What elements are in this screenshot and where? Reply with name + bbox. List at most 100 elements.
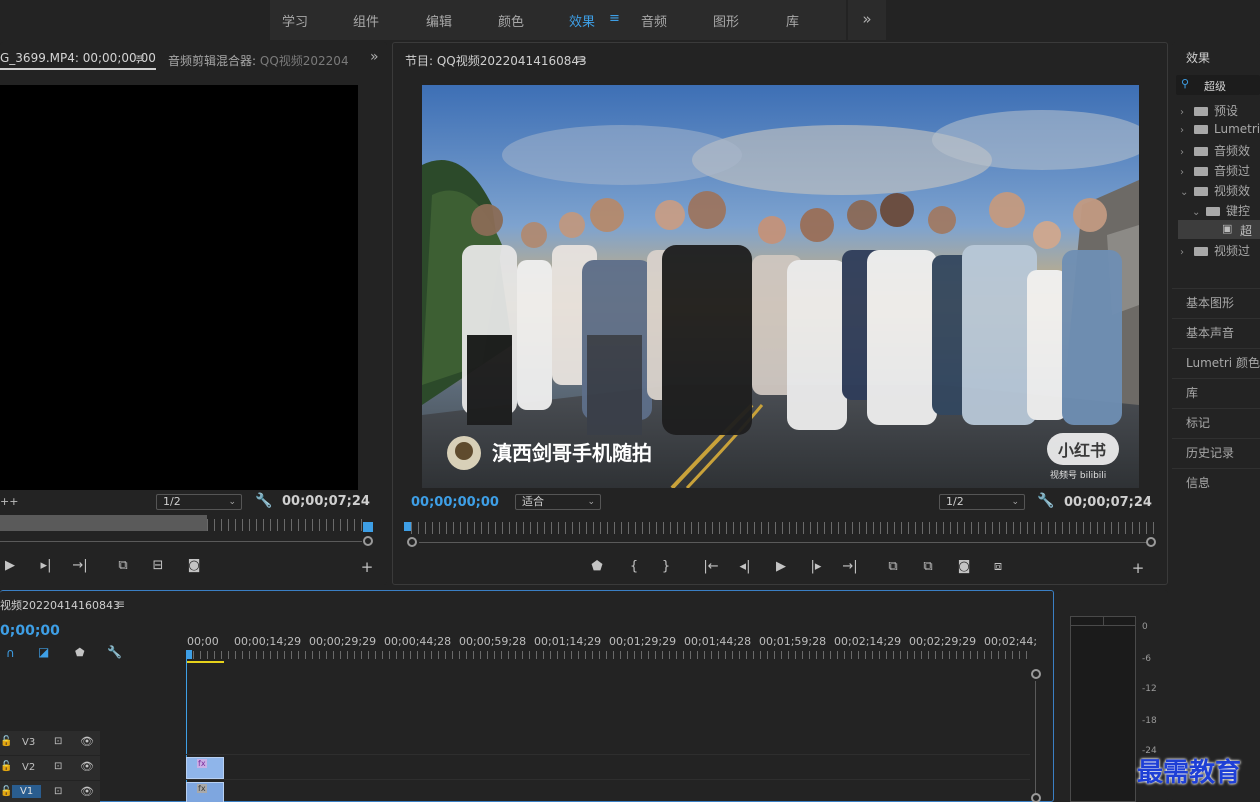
tab-audio-clip-mixer[interactable]: 音频剪辑混合器: QQ视频202204 [168,52,349,69]
workspace-tab-audio[interactable]: 音频 [641,11,667,30]
vertical-scroll-bar[interactable] [1035,681,1036,793]
go-to-out-icon[interactable]: →| [840,559,860,574]
section-history[interactable]: 历史记录 [1172,438,1260,467]
source-zoom-bar[interactable] [0,541,362,542]
timeline-playhead-head[interactable] [186,650,192,659]
step-forward-icon[interactable]: |▸ [806,559,826,574]
track-name[interactable]: V3 [22,737,35,748]
timeline-timecode[interactable]: 0;00;00 [0,623,60,639]
track-name[interactable]: V1 [12,785,42,798]
extract-icon[interactable]: ⧉ [918,559,938,574]
add-button-icon[interactable]: + [357,558,377,576]
fx-tree-presets[interactable]: › 预设 [1180,102,1238,119]
overwrite-icon[interactable]: ⊟ [148,558,168,573]
fx-tree-video-transitions[interactable]: › 视频过 [1180,242,1250,259]
track-body[interactable] [186,781,1030,802]
fx-tree-audio-effects[interactable]: › 音频效 [1180,142,1250,159]
program-menu-icon[interactable]: ≡ [575,52,585,66]
section-essential-sound[interactable]: 基本声音 [1172,318,1260,347]
effects-search-input[interactable]: 超级 [1204,78,1226,94]
lift-icon[interactable]: ⧉ [883,559,903,574]
source-menu-icon[interactable]: ≡ [135,51,145,65]
tab-source[interactable]: G_3699.MP4: 00;00;00;00 [0,51,156,70]
fx-tree-audio-transitions[interactable]: › 音频过 [1180,162,1250,179]
sync-lock-icon[interactable]: ⊡ [54,761,62,772]
program-duration-timecode: 00;00;07;24 [1064,495,1152,510]
wrench-icon[interactable]: 🔧 [107,645,122,659]
compare-view-icon[interactable]: ⧈ [988,559,1008,574]
sync-lock-icon[interactable]: ⊡ [54,736,62,747]
fx-tree-selected-row[interactable]: ▣ 超 [1178,220,1260,239]
program-resolution-dropdown[interactable]: 1/2 ⌄ [939,494,1025,510]
track-body[interactable] [186,731,1030,755]
workspace-more-icon[interactable]: » [848,0,886,40]
workspace-tab-libraries[interactable]: 库 [786,11,799,30]
workspace-tab-color[interactable]: 颜色 [498,11,524,30]
source-inout-range[interactable] [0,515,207,531]
section-libraries[interactable]: 库 [1172,378,1260,407]
mark-in-icon[interactable]: { [624,559,644,574]
mark-out-icon[interactable]: } [656,559,676,574]
sequence-tab[interactable]: 视频20220414160843 [0,597,120,613]
export-frame-icon[interactable]: ◙ [184,558,204,573]
program-zoom-handle-right[interactable] [1146,537,1156,547]
export-frame-icon[interactable]: ◙ [954,559,974,574]
video-clip-v1[interactable]: fx [186,782,224,802]
program-fit-dropdown[interactable]: 适合 ⌄ [515,494,601,510]
program-zoom-bar[interactable] [419,542,1147,543]
snap-icon[interactable]: ∩ [6,646,15,660]
video-clip-v2[interactable]: fx [186,757,224,779]
panel-overflow-icon[interactable]: » [370,49,379,65]
timeline-menu-icon[interactable]: ≡ [115,597,125,611]
go-to-in-icon[interactable]: |← [701,559,721,574]
wrench-icon[interactable]: 🔧 [255,493,272,509]
program-playhead[interactable] [404,522,411,531]
play-icon[interactable]: ▶ [0,558,20,573]
workspace-tab-learn[interactable]: 学习 [282,11,308,30]
section-info[interactable]: 信息 [1172,468,1260,497]
program-current-timecode[interactable]: 00;00;00;00 [411,495,499,510]
workspace-menu-icon[interactable]: ≡ [609,11,620,26]
vertical-scroll-handle-bottom[interactable] [1031,793,1041,802]
fx-tree-keying[interactable]: ⌄ 键控 [1192,202,1250,219]
section-lumetri-color[interactable]: Lumetri 颜色 [1172,348,1260,377]
wrench-icon[interactable]: 🔧 [1037,493,1054,509]
workspace-tab-editing[interactable]: 编辑 [426,11,452,30]
workspace-tab-effects[interactable]: 效果 [569,11,595,30]
add-marker-icon[interactable]: ⬟ [75,646,85,659]
insert-icon[interactable]: ⧉ [113,558,133,573]
fx-tree-video-effects[interactable]: ⌄ 视频效 [1180,182,1250,199]
fx-tree-lumetri[interactable]: › Lumetri [1180,122,1260,136]
eye-icon[interactable]: 👁 [80,735,94,748]
vertical-scroll-handle-top[interactable] [1031,669,1041,679]
section-essential-graphics[interactable]: 基本图形 [1172,288,1260,317]
linked-selection-icon[interactable]: ◪ [38,645,49,659]
source-playhead[interactable] [363,522,373,532]
track-body[interactable] [186,756,1030,780]
play-icon[interactable]: ▶ [771,559,791,574]
sync-lock-icon[interactable]: ⊡ [54,786,62,797]
step-back-icon[interactable]: ◂| [735,559,755,574]
timeline-time-ruler[interactable] [186,651,1030,659]
add-marker-icon[interactable]: ⬟ [587,559,607,574]
program-time-ruler[interactable] [411,522,1155,534]
eye-icon[interactable]: 👁 [80,760,94,773]
work-area-bar[interactable] [186,661,224,663]
step-forward-icon[interactable]: ▸| [36,558,56,573]
source-zoom-handle[interactable] [363,536,373,546]
program-zoom-handle-left[interactable] [407,537,417,547]
workspace-tab-assembly[interactable]: 组件 [353,11,379,30]
effects-search-field[interactable]: ⚲ 超级 [1176,75,1260,95]
source-time-ruler[interactable] [207,519,367,531]
add-button-icon[interactable]: + [1128,559,1148,577]
go-to-out-icon[interactable]: →| [70,558,90,573]
lock-icon[interactable]: 🔓 [0,786,12,797]
lock-icon[interactable]: 🔓 [0,761,12,772]
track-name[interactable]: V2 [22,762,35,773]
section-markers[interactable]: 标记 [1172,408,1260,437]
eye-icon[interactable]: 👁 [80,785,94,798]
workspace-tab-graphics[interactable]: 图形 [713,11,739,30]
source-resolution-dropdown[interactable]: 1/2 ⌄ [156,494,242,510]
program-title[interactable]: 节目: QQ视频20220414160843 [405,52,587,69]
lock-icon[interactable]: 🔓 [0,736,12,747]
